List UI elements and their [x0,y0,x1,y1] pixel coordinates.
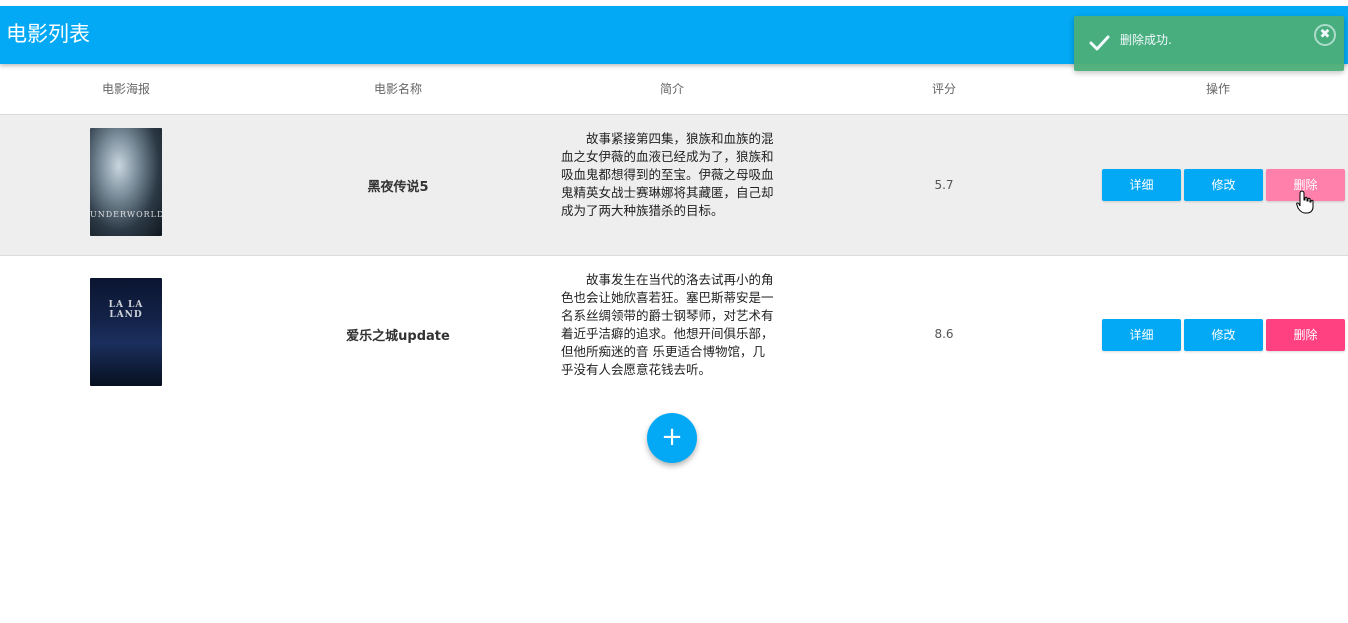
add-movie-button[interactable]: + [647,413,697,463]
page-title: 电影列表 [6,22,90,46]
table-header: 电影海报 电影名称 简介 评分 操作 [0,64,1348,115]
header-description: 简介 [659,82,684,96]
plus-icon: + [661,422,683,452]
header-actions: 操作 [1205,82,1230,96]
header-poster: 电影海报 [101,82,150,96]
movie-name: 爱乐之城update [346,329,450,344]
movie-description: 故事发生在当代的洛去试再小的角色也会让她欣喜若狂。塞巴斯蒂安是一名系丝绸领带的爵… [561,272,774,377]
check-icon [1089,35,1110,51]
movie-poster: LA LA LAND [90,278,162,386]
table-row: UNDERWORLD 黑夜传说5 故事紧接第四集，狼族和血族的混血之女伊薇的血液… [0,115,1348,256]
header-score: 评分 [931,82,956,96]
movie-score: 5.7 [934,178,954,192]
movie-poster: UNDERWORLD [90,128,162,236]
poster-title: LA LA LAND [108,300,144,320]
edit-button[interactable]: 修改 [1184,319,1263,351]
delete-button[interactable]: 删除 [1266,319,1345,351]
movie-description: 故事紧接第四集，狼族和血族的混血之女伊薇的血液已经成为了，狼族和吸血鬼都想得到的… [561,131,774,218]
toast-message: 删除成功. [1120,33,1172,47]
close-icon[interactable]: ✖ [1314,24,1336,46]
table-row: LA LA LAND 爱乐之城update 故事发生在当代的洛去试再小的角色也会… [0,256,1348,410]
detail-button[interactable]: 详细 [1102,169,1181,201]
movie-name: 黑夜传说5 [367,180,429,195]
movie-score: 8.6 [934,327,954,341]
detail-button[interactable]: 详细 [1102,319,1181,351]
edit-button[interactable]: 修改 [1184,169,1263,201]
hand-cursor-icon [1296,190,1314,214]
poster-title: UNDERWORLD [90,210,162,219]
success-toast: 删除成功. ✖ [1074,16,1344,71]
header-name: 电影名称 [373,82,422,96]
